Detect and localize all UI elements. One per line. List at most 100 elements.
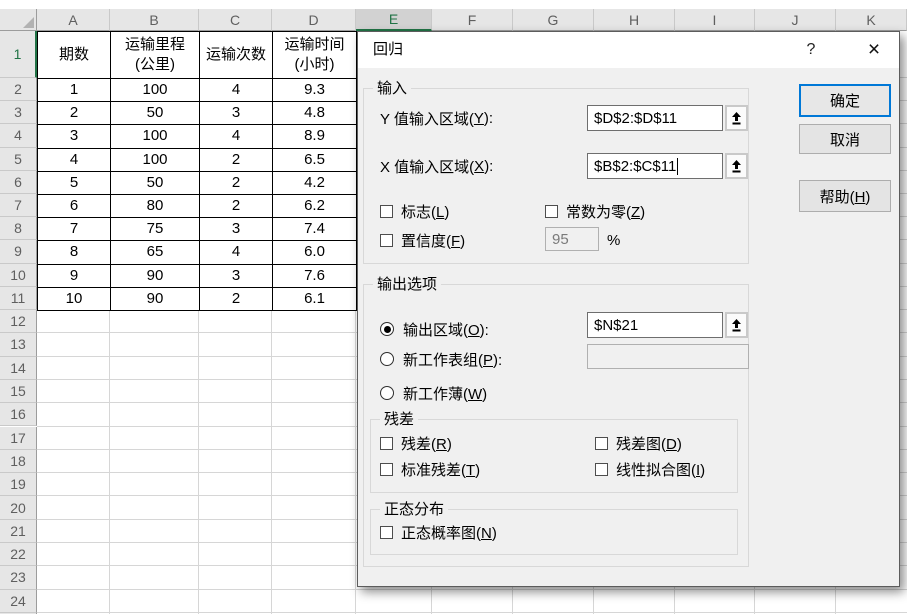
new-worksheet-radio[interactable]: [380, 352, 394, 366]
table-cell[interactable]: 4.2: [273, 172, 357, 195]
row-header-16[interactable]: 16: [0, 403, 37, 426]
table-cell[interactable]: 2: [200, 288, 273, 311]
select-all-button[interactable]: [0, 9, 37, 31]
row-header-12[interactable]: 12: [0, 310, 37, 333]
row-header-20[interactable]: 20: [0, 496, 37, 519]
table-cell[interactable]: 4: [200, 125, 273, 148]
row-header-8[interactable]: 8: [0, 217, 37, 240]
column-header-F[interactable]: F: [432, 9, 513, 31]
table-cell[interactable]: 9: [38, 265, 111, 288]
column-header-D[interactable]: D: [272, 9, 356, 31]
new-workbook-radio-row[interactable]: 新工作薄(W): [380, 383, 487, 403]
row-header-21[interactable]: 21: [0, 520, 37, 543]
standardized-residuals-checkbox[interactable]: [380, 463, 393, 476]
table-cell[interactable]: 8.9: [273, 125, 357, 148]
x-range-input[interactable]: $B$2:$C$11: [587, 153, 723, 179]
row-header-3[interactable]: 3: [0, 101, 37, 124]
row-header-18[interactable]: 18: [0, 450, 37, 473]
row-header-1[interactable]: 1: [0, 31, 37, 78]
output-range-input[interactable]: $N$21: [587, 312, 723, 338]
column-header-I[interactable]: I: [675, 9, 755, 31]
residual-plots-checkbox-row[interactable]: 残差图(D): [595, 433, 682, 453]
table-cell[interactable]: 3: [200, 265, 273, 288]
table-cell[interactable]: 7.6: [273, 265, 357, 288]
column-header-C[interactable]: C: [199, 9, 272, 31]
help-button[interactable]: 帮助(H): [799, 180, 891, 212]
residual-plots-checkbox[interactable]: [595, 437, 608, 450]
table-cell[interactable]: 6.5: [273, 149, 357, 172]
table-cell[interactable]: 6.1: [273, 288, 357, 311]
table-cell[interactable]: 7.4: [273, 218, 357, 241]
table-cell[interactable]: 5: [38, 172, 111, 195]
row-header-19[interactable]: 19: [0, 473, 37, 496]
table-cell[interactable]: 2: [200, 149, 273, 172]
row-header-22[interactable]: 22: [0, 543, 37, 566]
table-cell[interactable]: 6.0: [273, 241, 357, 264]
table-cell[interactable]: 50: [111, 172, 200, 195]
y-range-collapse-button[interactable]: [725, 105, 748, 131]
standardized-residuals-checkbox-row[interactable]: 标准残差(T): [380, 459, 480, 479]
table-cell[interactable]: 50: [111, 102, 200, 125]
row-header-10[interactable]: 10: [0, 264, 37, 287]
cancel-button[interactable]: 取消: [799, 124, 891, 154]
row-header-11[interactable]: 11: [0, 287, 37, 310]
row-header-5[interactable]: 5: [0, 148, 37, 171]
residuals-checkbox-row[interactable]: 残差(R): [380, 433, 452, 453]
table-cell[interactable]: 75: [111, 218, 200, 241]
table-cell[interactable]: 90: [111, 265, 200, 288]
table-cell[interactable]: 3: [200, 102, 273, 125]
table-cell[interactable]: 2: [38, 102, 111, 125]
table-cell[interactable]: 10: [38, 288, 111, 311]
row-header-23[interactable]: 23: [0, 566, 37, 589]
table-cell[interactable]: 100: [111, 79, 200, 102]
output-range-radio-row[interactable]: 输出区域(O):: [380, 319, 489, 339]
table-cell[interactable]: 65: [111, 241, 200, 264]
output-range-radio[interactable]: [380, 322, 394, 336]
row-header-17[interactable]: 17: [0, 427, 37, 450]
table-cell[interactable]: 7: [38, 218, 111, 241]
new-worksheet-radio-row[interactable]: 新工作表组(P):: [380, 349, 502, 369]
table-cell[interactable]: 2: [200, 172, 273, 195]
x-range-collapse-button[interactable]: [725, 153, 748, 179]
table-header-cell[interactable]: 运输里程 (公里): [111, 32, 200, 79]
table-cell[interactable]: 8: [38, 241, 111, 264]
normal-probability-checkbox[interactable]: [380, 526, 393, 539]
constant-zero-checkbox-row[interactable]: 常数为零(Z): [545, 201, 645, 221]
table-cell[interactable]: 100: [111, 125, 200, 148]
ok-button[interactable]: 确定: [799, 84, 891, 117]
column-header-H[interactable]: H: [594, 9, 675, 31]
close-icon[interactable]: ×: [850, 32, 898, 68]
labels-checkbox-row[interactable]: 标志(L): [380, 201, 449, 221]
row-header-7[interactable]: 7: [0, 194, 37, 217]
table-header-cell[interactable]: 期数: [38, 32, 111, 79]
row-header-4[interactable]: 4: [0, 124, 37, 147]
row-header-24[interactable]: 24: [0, 590, 37, 613]
column-header-G[interactable]: G: [513, 9, 594, 31]
table-cell[interactable]: 6: [38, 195, 111, 218]
table-cell[interactable]: 1: [38, 79, 111, 102]
row-header-15[interactable]: 15: [0, 380, 37, 403]
constant-zero-checkbox[interactable]: [545, 205, 558, 218]
table-cell[interactable]: 6.2: [273, 195, 357, 218]
y-range-input[interactable]: $D$2:$D$11: [587, 105, 723, 131]
column-header-K[interactable]: K: [836, 9, 907, 31]
column-header-B[interactable]: B: [110, 9, 199, 31]
column-header-A[interactable]: A: [37, 9, 110, 31]
table-cell[interactable]: 100: [111, 149, 200, 172]
line-fit-plots-checkbox-row[interactable]: 线性拟合图(I): [595, 459, 705, 479]
table-cell[interactable]: 9.3: [273, 79, 357, 102]
table-cell[interactable]: 3: [200, 218, 273, 241]
output-range-collapse-button[interactable]: [725, 312, 748, 338]
table-cell[interactable]: 4: [200, 241, 273, 264]
table-cell[interactable]: 3: [38, 125, 111, 148]
table-header-cell[interactable]: 运输时间 (小时): [273, 32, 357, 79]
row-header-6[interactable]: 6: [0, 171, 37, 194]
new-workbook-radio[interactable]: [380, 386, 394, 400]
row-header-13[interactable]: 13: [0, 333, 37, 356]
normal-probability-checkbox-row[interactable]: 正态概率图(N): [380, 522, 497, 542]
table-cell[interactable]: 2: [200, 195, 273, 218]
labels-checkbox[interactable]: [380, 205, 393, 218]
row-header-2[interactable]: 2: [0, 78, 37, 101]
line-fit-plots-checkbox[interactable]: [595, 463, 608, 476]
confidence-checkbox[interactable]: [380, 234, 393, 247]
